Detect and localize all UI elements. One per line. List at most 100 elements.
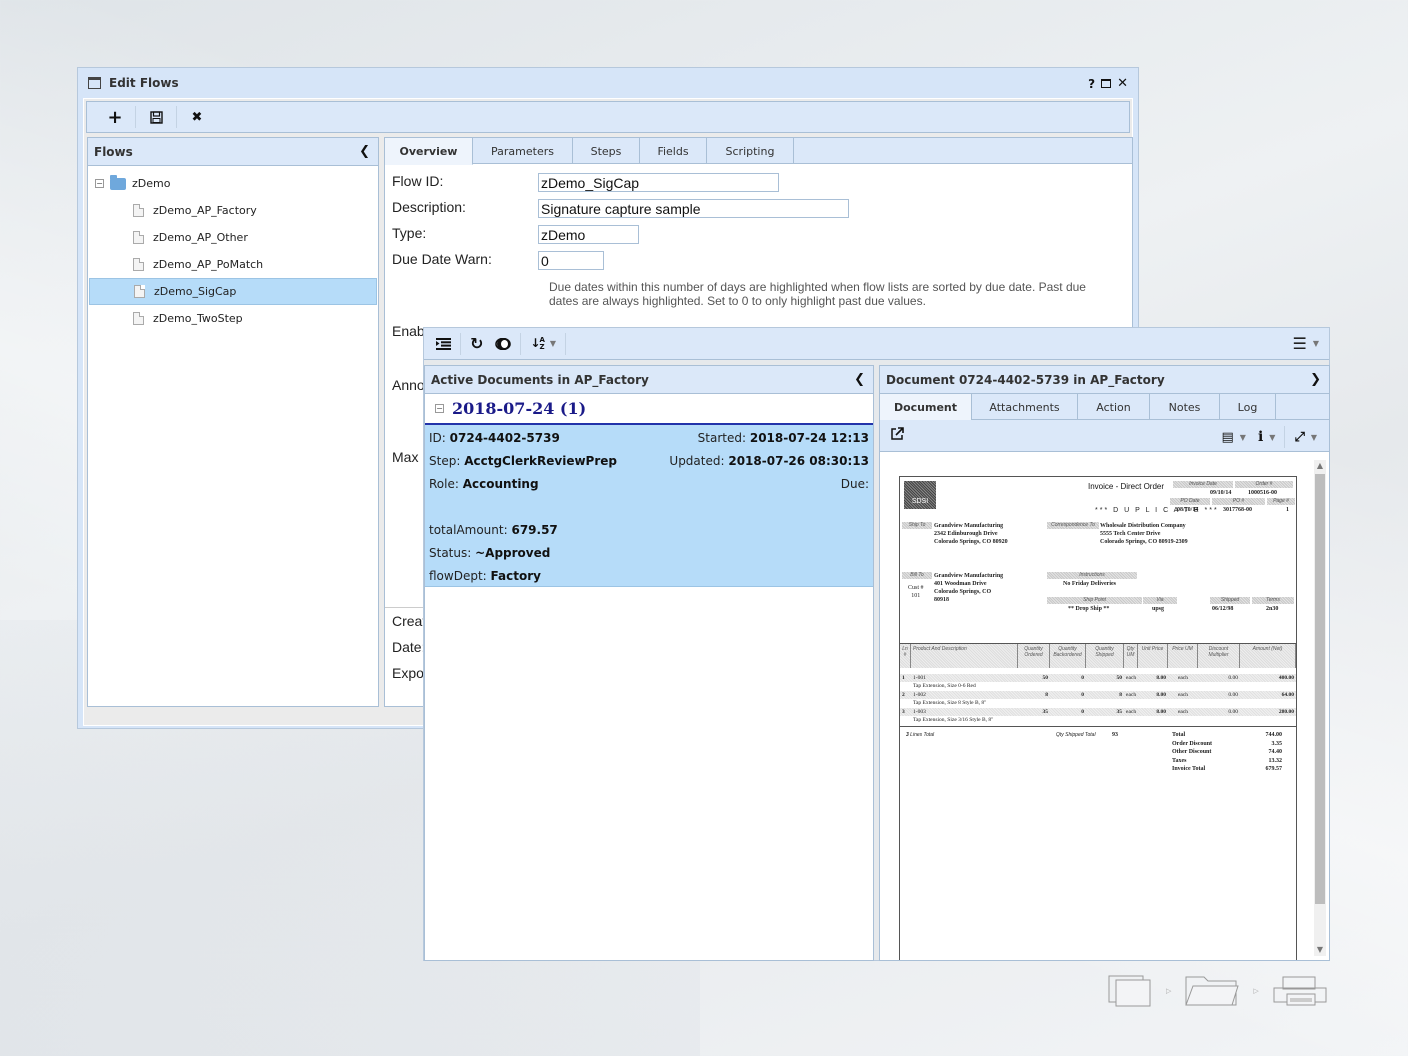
order-value: 1000516-00 bbox=[1248, 490, 1277, 496]
sort-button[interactable]: ↓A Z ▼ bbox=[524, 331, 562, 357]
invoice-column-header: Product And Description bbox=[911, 644, 1018, 668]
contrast-icon bbox=[495, 337, 512, 350]
tab-overview[interactable]: Overview bbox=[385, 138, 473, 165]
tree-item-flow-selected[interactable]: zDemo_SigCap bbox=[89, 278, 377, 305]
caret-down-icon: ▼ bbox=[1269, 432, 1276, 442]
document-panel-header: Document 0724-4402-5739 in AP_Factory ❯ bbox=[880, 366, 1329, 394]
tab-notes[interactable]: Notes bbox=[1150, 394, 1220, 420]
open-external-button[interactable] bbox=[890, 427, 904, 444]
type-input[interactable] bbox=[538, 225, 639, 244]
refresh-icon: ↻ bbox=[470, 334, 484, 353]
description-input[interactable] bbox=[538, 199, 849, 218]
document-scrollbar[interactable]: ▲ ▼ bbox=[1314, 460, 1326, 956]
po-date-value: 08/10/14 bbox=[1177, 507, 1199, 513]
refresh-button[interactable]: ↻ bbox=[464, 331, 489, 357]
invoice-cell-price-um: each bbox=[1177, 692, 1189, 698]
expand-arrows-icon: ⤢ bbox=[1294, 429, 1305, 445]
tree-item-flow[interactable]: zDemo_AP_Factory bbox=[89, 197, 377, 224]
flow-id-input[interactable] bbox=[538, 173, 779, 192]
invoice-column-header: Price UM bbox=[1168, 644, 1198, 668]
close-button[interactable]: ✕ bbox=[1117, 76, 1128, 91]
caret-down-icon: ▼ bbox=[1312, 339, 1319, 348]
printer-icon bbox=[1273, 976, 1327, 1006]
bill-to-address: Grandview Manufacturing 401 Woodman Drive… bbox=[934, 573, 1004, 603]
expand-chevron-right-icon[interactable]: ❯ bbox=[1310, 372, 1321, 387]
collapse-chevron-left-icon[interactable]: ❮ bbox=[359, 144, 370, 159]
invoice-column-header: Ln # bbox=[900, 644, 911, 668]
tree-item-flow[interactable]: zDemo_AP_Other bbox=[89, 224, 377, 251]
invoice-date-value: 09/10/14 bbox=[1210, 490, 1232, 496]
folder-icon bbox=[110, 174, 126, 190]
layout-menu-button[interactable]: ▤ ▼ bbox=[1216, 424, 1252, 450]
indent-button[interactable] bbox=[430, 331, 457, 357]
flow-tabs: Overview Parameters Steps Fields Scripti… bbox=[385, 138, 1132, 165]
sdsi-logo: SDSI bbox=[904, 481, 936, 509]
tree-item-label: zDemo_TwoStep bbox=[153, 312, 243, 325]
invoice-cell-description: Tap Extension, Size 8 Style B, 8" bbox=[913, 700, 987, 706]
window-icon bbox=[88, 77, 101, 89]
collapse-toggle-icon[interactable]: − bbox=[95, 179, 104, 188]
indent-list-icon bbox=[436, 337, 451, 350]
collapse-toggle-icon[interactable]: − bbox=[435, 404, 444, 413]
tab-action[interactable]: Action bbox=[1078, 394, 1150, 420]
maximize-button[interactable] bbox=[1101, 79, 1112, 88]
page-value: 1 bbox=[1286, 507, 1289, 513]
doc-status-field: Status: ~Approved bbox=[429, 546, 551, 560]
invoice-cell-description: Tap Extension, Size 0-6 Red bbox=[913, 683, 976, 689]
toolbar-separator bbox=[565, 332, 567, 355]
due-date-warn-input[interactable] bbox=[538, 251, 604, 270]
invoice-total-label: Total bbox=[1172, 732, 1186, 738]
doc-started-field: Started: 2018-07-24 12:13 bbox=[697, 431, 869, 445]
tree-folder-label: zDemo bbox=[132, 177, 171, 190]
fullscreen-menu-button[interactable]: ⤢ ▼ bbox=[1288, 424, 1323, 450]
contrast-button[interactable] bbox=[489, 331, 517, 357]
tab-attachments[interactable]: Attachments bbox=[972, 394, 1078, 420]
doc-total-amount-field: totalAmount: 679.57 bbox=[429, 523, 558, 537]
qty-shipped-total-label: Qty Shipped Total bbox=[1056, 732, 1096, 738]
tab-fields[interactable]: Fields bbox=[640, 138, 707, 164]
add-flow-button[interactable]: + bbox=[95, 105, 135, 129]
scroll-up-arrow-icon[interactable]: ▲ bbox=[1314, 460, 1326, 472]
tree-folder-zdemo[interactable]: − zDemo bbox=[89, 170, 377, 197]
invoice-total-value: 744.00 bbox=[1265, 732, 1283, 738]
invoice-cell-unit-price: 8.00 bbox=[1156, 692, 1166, 698]
date-group-header[interactable]: − 2018-07-24 (1) bbox=[425, 394, 873, 425]
document-image-viewer[interactable]: SDSI Invoice - Direct Order *** D U P L … bbox=[881, 456, 1328, 960]
save-icon bbox=[149, 110, 163, 124]
tab-parameters[interactable]: Parameters bbox=[473, 138, 573, 164]
window-titlebar[interactable]: Edit Flows bbox=[78, 68, 1138, 98]
tree-item-flow[interactable]: zDemo_TwoStep bbox=[89, 305, 377, 332]
window-title: Edit Flows bbox=[109, 76, 179, 90]
invoice-cell-discount: 0.00 bbox=[1228, 692, 1238, 698]
list-view-icon: ▤ bbox=[1221, 429, 1234, 445]
created-label: Creat bbox=[392, 613, 427, 629]
edit-flows-toolbar: + ✖ bbox=[86, 101, 1130, 133]
invoice-cell-description: Tap Extension, Size 3/16 Style B, 8" bbox=[913, 717, 994, 723]
active-documents-header: Active Documents in AP_Factory ❮ bbox=[425, 366, 873, 394]
invoice-column-header: Unit Price bbox=[1138, 644, 1168, 668]
file-icon bbox=[133, 231, 144, 244]
instructions-value: No Friday Deliveries bbox=[1063, 581, 1116, 587]
invoice-date-label: Invoice Date bbox=[1173, 481, 1233, 488]
scrollbar-thumb[interactable] bbox=[1315, 474, 1325, 904]
delete-flow-button[interactable]: ✖ bbox=[177, 105, 217, 129]
collapse-chevron-left-icon[interactable]: ❮ bbox=[854, 372, 865, 387]
lines-total: 3 Lines Total bbox=[906, 732, 935, 738]
qty-shipped-total-value: 93 bbox=[1112, 732, 1118, 738]
invoice-cell-shipped: 8 bbox=[1119, 692, 1122, 698]
tab-log[interactable]: Log bbox=[1220, 394, 1276, 420]
tab-scripting[interactable]: Scripting bbox=[707, 138, 794, 164]
invoice-column-header: Amount (Net) bbox=[1240, 644, 1296, 668]
tab-document[interactable]: Document bbox=[880, 394, 972, 421]
document-card[interactable]: ID: 0724-4402-5739 Started: 2018-07-24 1… bbox=[425, 425, 873, 587]
info-menu-button[interactable]: i ▼ bbox=[1252, 424, 1281, 450]
caret-down-icon: ▼ bbox=[1310, 432, 1317, 442]
scroll-down-arrow-icon[interactable]: ▼ bbox=[1314, 944, 1326, 956]
tab-steps[interactable]: Steps bbox=[573, 138, 640, 164]
save-flow-button[interactable] bbox=[136, 105, 176, 129]
viewer-menu-button[interactable]: ☰ ▼ bbox=[1293, 334, 1320, 353]
tree-item-flow[interactable]: zDemo_AP_PoMatch bbox=[89, 251, 377, 278]
invoice-total-label: Order Discount bbox=[1172, 740, 1213, 747]
help-button[interactable]: ? bbox=[1088, 77, 1095, 91]
invoice-cell-ln: 2 bbox=[902, 692, 905, 698]
